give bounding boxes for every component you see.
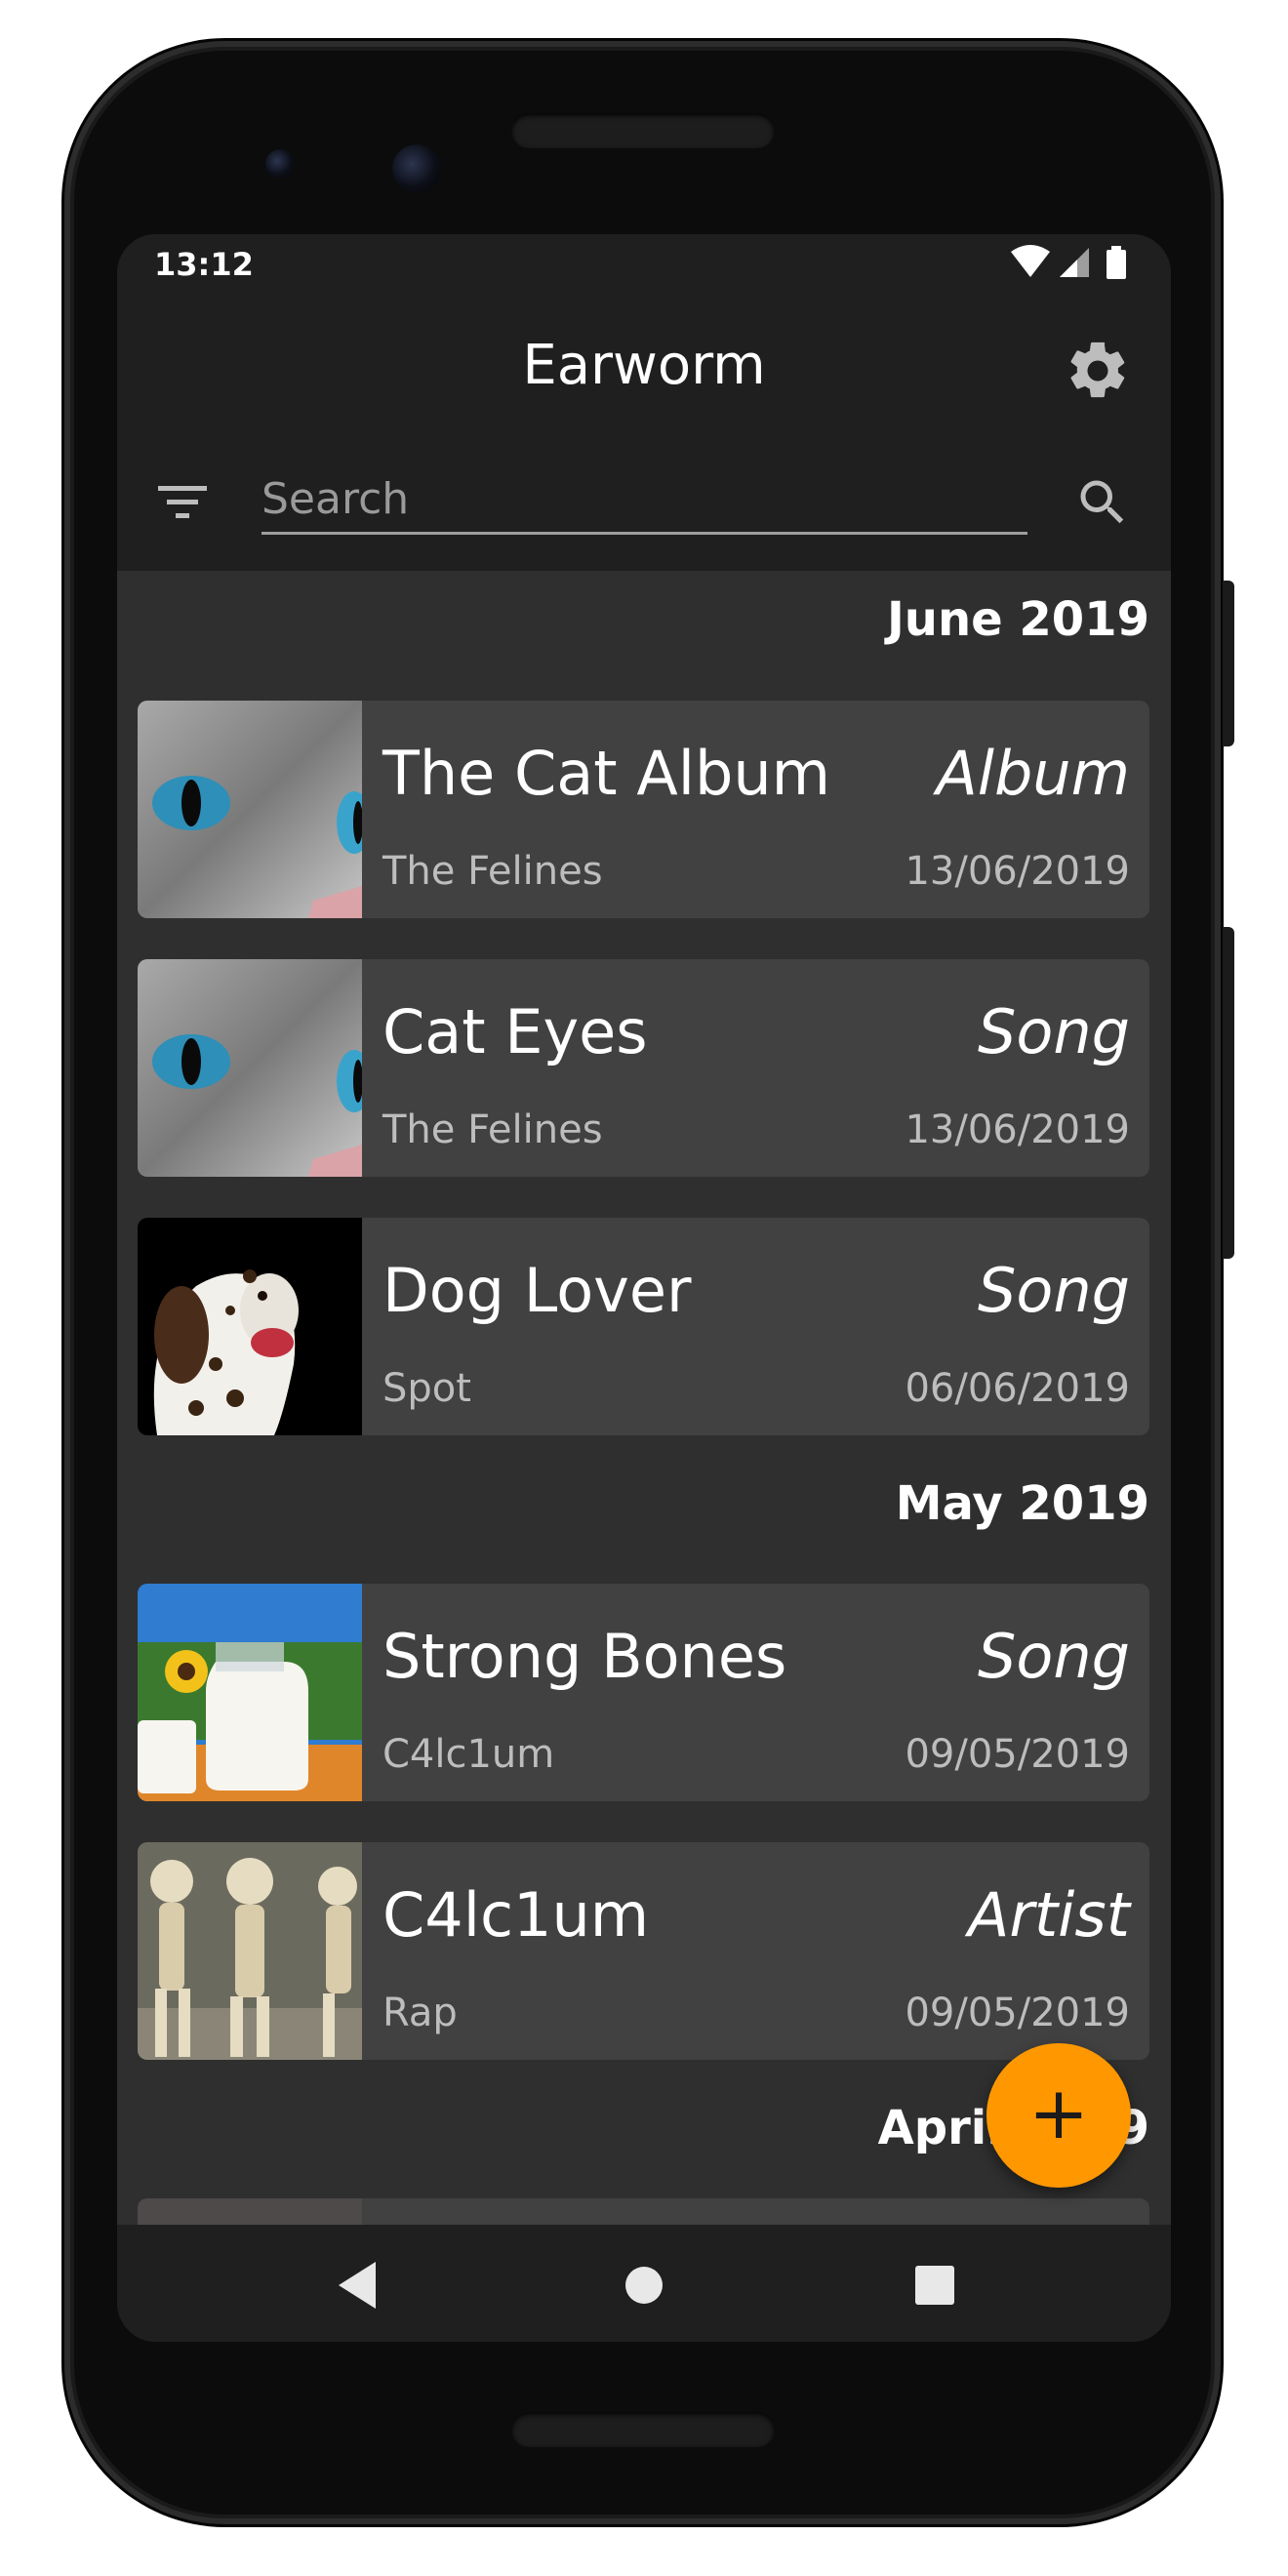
search-bar: [117, 439, 1171, 571]
home-icon[interactable]: [613, 2254, 675, 2316]
list-item[interactable]: The Cat Album Album The Felines 13/06/20…: [138, 701, 1149, 918]
item-subtitle: The Felines: [382, 849, 603, 894]
list-item-partial[interactable]: [138, 2198, 1149, 2225]
item-date: 13/06/2019: [905, 849, 1130, 894]
status-bar: 13:12: [117, 234, 1171, 293]
item-kind: Song: [978, 1255, 1130, 1326]
item-kind: Song: [978, 996, 1130, 1067]
item-subtitle: C4lc1um: [382, 1732, 555, 1777]
item-title: Cat Eyes: [382, 996, 648, 1067]
item-date: 09/05/2019: [905, 1732, 1130, 1777]
app-bar: Earworm: [117, 293, 1171, 439]
front-camera-right: [392, 144, 441, 193]
power-button: [1223, 581, 1234, 746]
milk-photo: [138, 1584, 362, 1801]
filter-icon[interactable]: [154, 478, 211, 525]
thumbnail: [138, 2198, 362, 2225]
status-time: 13:12: [154, 246, 254, 283]
dalmatian-photo: [138, 1218, 362, 1435]
section-header: June 2019: [886, 592, 1149, 647]
item-title: Strong Bones: [382, 1621, 787, 1692]
bottom-speaker: [511, 2412, 775, 2447]
skeletons-photo: [138, 1842, 362, 2060]
item-kind: Artist: [967, 1879, 1130, 1951]
cat-eyes-photo: [138, 959, 362, 1177]
recents-icon[interactable]: [904, 2254, 966, 2316]
navigation-bar: [117, 2225, 1171, 2342]
search-input[interactable]: [262, 466, 1027, 535]
cat-eyes-photo: [138, 701, 362, 918]
item-title: The Cat Album: [382, 738, 831, 809]
search-icon[interactable]: [1073, 473, 1132, 532]
item-date: 06/06/2019: [905, 1366, 1130, 1411]
list-item[interactable]: Cat Eyes Song The Felines 13/06/2019: [138, 959, 1149, 1177]
list-item[interactable]: C4lc1um Artist Rap 09/05/2019: [138, 1842, 1149, 2060]
status-icons: [1011, 245, 1126, 279]
item-title: C4lc1um: [382, 1879, 650, 1951]
entries-list[interactable]: June 2019 The Cat Album Album The Feline…: [117, 571, 1171, 2225]
item-subtitle: Spot: [382, 1366, 471, 1411]
screen: 13:12 Earworm June 2019: [117, 234, 1171, 2342]
add-button[interactable]: +: [986, 2043, 1131, 2188]
item-date: 09/05/2019: [905, 1991, 1130, 2035]
section-header: May 2019: [895, 1476, 1149, 1531]
back-icon[interactable]: [327, 2254, 389, 2316]
item-title: Dog Lover: [382, 1255, 692, 1326]
list-item[interactable]: Strong Bones Song C4lc1um 09/05/2019: [138, 1584, 1149, 1801]
volume-button: [1223, 927, 1234, 1259]
list-item[interactable]: Dog Lover Song Spot 06/06/2019: [138, 1218, 1149, 1435]
wifi-icon: [1011, 245, 1050, 277]
gear-icon[interactable]: [1064, 337, 1132, 405]
battery-icon: [1107, 250, 1126, 279]
item-subtitle: Rap: [382, 1991, 458, 2035]
item-date: 13/06/2019: [905, 1107, 1130, 1152]
front-camera-left: [265, 149, 295, 179]
item-subtitle: The Felines: [382, 1107, 603, 1152]
top-speaker: [511, 113, 775, 148]
add-icon: +: [1027, 2072, 1089, 2155]
item-kind: Album: [936, 738, 1130, 809]
item-kind: Song: [978, 1621, 1130, 1692]
app-title: Earworm: [522, 334, 766, 397]
